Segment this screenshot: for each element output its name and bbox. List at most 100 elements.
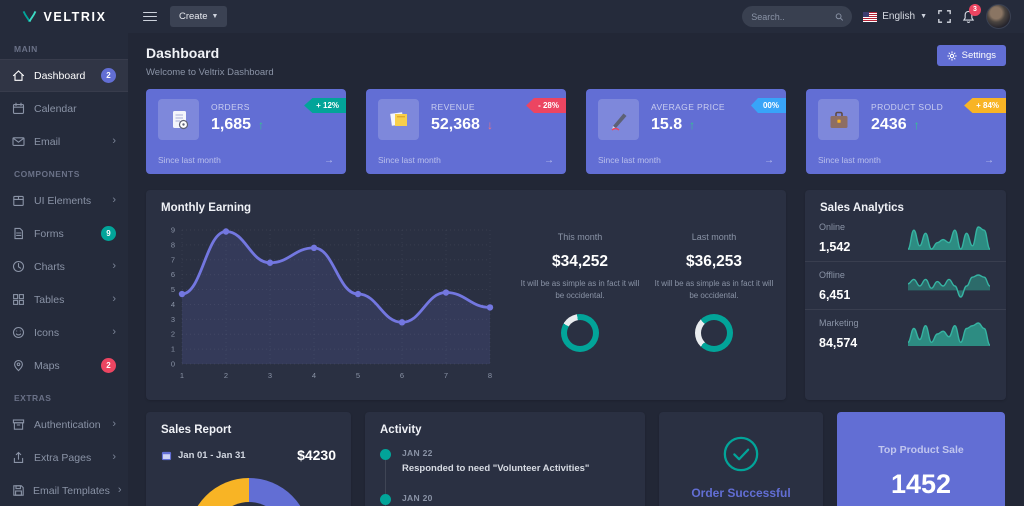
search-icon xyxy=(835,12,843,21)
stat-card-footer-label: Since last month xyxy=(158,155,221,165)
fullscreen-icon[interactable] xyxy=(938,10,951,23)
language-selector[interactable]: English ▼ xyxy=(863,11,927,22)
pencil-icon xyxy=(598,99,639,140)
order-successful-title: Order Successful xyxy=(691,486,791,500)
sparkline-online xyxy=(906,224,992,252)
activity-timeline: JAN 22 Responded to need "Volunteer Activ… xyxy=(365,448,645,506)
svg-text:6: 6 xyxy=(171,270,175,279)
envelope-icon xyxy=(12,135,26,148)
settings-button[interactable]: Settings xyxy=(936,45,1006,66)
document-icon xyxy=(158,99,199,140)
svg-text:1: 1 xyxy=(171,345,175,354)
svg-text:1: 1 xyxy=(180,371,184,380)
sales-analytics-card: Sales Analytics Online 1,542 Offline 6,451 M… xyxy=(805,190,1006,400)
search-box[interactable] xyxy=(742,6,853,27)
analytics-label: Offline xyxy=(819,270,845,280)
sidebar-item-extra-pages[interactable]: Extra Pages › xyxy=(0,441,128,474)
analytics-value: 1,542 xyxy=(819,240,851,254)
timeline-dot-icon xyxy=(380,494,391,505)
user-avatar[interactable] xyxy=(986,4,1011,29)
search-input[interactable] xyxy=(751,11,831,22)
analytics-label: Online xyxy=(819,222,846,232)
archive-icon xyxy=(12,418,26,431)
file-icon xyxy=(12,227,26,240)
sidebar-item-icons[interactable]: Icons › xyxy=(0,316,128,349)
arrow-right-icon[interactable]: → xyxy=(544,155,554,166)
this-month-donut-chart xyxy=(561,313,599,352)
sidebar-item-tables[interactable]: Tables › xyxy=(0,283,128,316)
caret-down-icon: ▼ xyxy=(920,13,927,20)
svg-text:7: 7 xyxy=(444,371,448,380)
sidebar-section-label-components: COMPONENTS xyxy=(14,169,80,179)
top-product-card: Top Product Sale 1452 Computer xyxy=(837,412,1005,506)
sidebar-item-email[interactable]: Email › xyxy=(0,125,128,158)
sidebar-item-dashboard[interactable]: Dashboard 2 xyxy=(0,59,128,92)
brand-name: VELTRIX xyxy=(43,9,107,24)
arrow-down-icon: ↓ xyxy=(486,118,493,132)
trend-ribbon: 00% xyxy=(750,98,786,113)
sparkline-marketing xyxy=(906,320,992,348)
arrow-right-icon[interactable]: → xyxy=(764,155,774,166)
stat-card-footer-label: Since last month xyxy=(818,155,881,165)
sidebar-item-label: Charts xyxy=(34,260,65,273)
activity-title: Activity xyxy=(380,424,422,436)
chevron-right-icon: › xyxy=(112,260,116,272)
sidebar-item-email-templates[interactable]: Email Templates › xyxy=(0,474,128,506)
brand-logo[interactable]: VELTRIX xyxy=(0,0,128,33)
arrow-up-icon: ↑ xyxy=(913,118,920,132)
monthly-earning-card: Monthly Earning 012345678912345678 This … xyxy=(146,190,786,400)
stat-card-title: ORDERS xyxy=(211,102,250,112)
stat-card-orders: ORDERS 1,685 ↑ + 12% Since last month → xyxy=(146,89,346,174)
clock-icon xyxy=(12,260,26,273)
activity-date: JAN 22 xyxy=(402,448,433,458)
notes-icon xyxy=(378,99,419,140)
create-button[interactable]: Create ▼ xyxy=(170,6,228,27)
sidebar-item-maps[interactable]: Maps 2 xyxy=(0,349,128,382)
sidebar-item-ui-elements[interactable]: UI Elements › xyxy=(0,184,128,217)
svg-text:2: 2 xyxy=(171,330,175,339)
sales-report-donut-chart xyxy=(187,478,310,506)
sidebar-item-calendar[interactable]: Calendar xyxy=(0,92,128,125)
analytics-label: Marketing xyxy=(819,318,859,328)
sidebar-item-label: Tables xyxy=(34,293,65,306)
arrow-up-icon: ↑ xyxy=(258,118,265,132)
veltrix-logo-icon xyxy=(23,11,37,22)
sidebar-item-label: Extra Pages xyxy=(34,451,92,464)
svg-text:0: 0 xyxy=(171,360,175,369)
chevron-right-icon: › xyxy=(112,451,116,463)
last-month-donut-chart xyxy=(695,313,733,352)
svg-text:2: 2 xyxy=(224,371,228,380)
last-month-summary: Last month $36,253 It will be as simple … xyxy=(648,232,780,352)
sales-report-card: Sales Report Jan 01 - Jan 31 $4230 xyxy=(146,412,351,506)
timeline-dot-icon xyxy=(380,449,391,460)
notifications-bell[interactable]: 3 xyxy=(962,3,981,24)
arrow-right-icon[interactable]: → xyxy=(324,155,334,166)
topbar: Create▼ English ▼ xyxy=(128,0,1024,33)
stat-card-value: 1,685 ↑ xyxy=(211,116,265,133)
calendar-icon xyxy=(12,102,26,115)
package-icon xyxy=(12,194,26,207)
sidebar-item-charts[interactable]: Charts › xyxy=(0,250,128,283)
stat-card-average-price: AVERAGE PRICE 15.8 ↑ 00% Since last month → xyxy=(586,89,786,174)
sidebar-item-authentication[interactable]: Authentication › xyxy=(0,408,128,441)
sidebar-item-label: Dashboard xyxy=(34,69,86,82)
calendar-icon xyxy=(161,451,172,460)
chevron-right-icon: › xyxy=(112,293,116,305)
stat-card-title: REVENUE xyxy=(431,102,475,112)
arrow-up-icon: ↑ xyxy=(689,118,696,132)
check-circle-icon xyxy=(723,436,759,472)
menu-toggle-icon[interactable] xyxy=(141,8,159,26)
chevron-right-icon: › xyxy=(112,326,116,338)
svg-text:8: 8 xyxy=(171,240,175,249)
arrow-right-icon[interactable]: → xyxy=(984,155,994,166)
stat-card-product-sold: PRODUCT SOLD 2436 ↑ + 84% Since last month → xyxy=(806,89,1006,174)
activity-item: JAN 20 xyxy=(365,493,645,505)
sidebar-item-label: UI Elements xyxy=(34,194,92,207)
analytics-row-marketing: Marketing 84,574 xyxy=(805,309,1006,357)
veltrix-dashboard-app: VELTRIX MAIN Dashboard 2 Calendar Email › COMP… xyxy=(0,0,1024,506)
stat-card-value: 2436 ↑ xyxy=(871,116,920,133)
monthly-earning-title: Monthly Earning xyxy=(161,202,252,214)
sidebar-item-forms[interactable]: Forms 9 xyxy=(0,217,128,250)
svg-text:6: 6 xyxy=(400,371,404,380)
monthly-earning-chart: 012345678912345678 xyxy=(156,218,504,394)
